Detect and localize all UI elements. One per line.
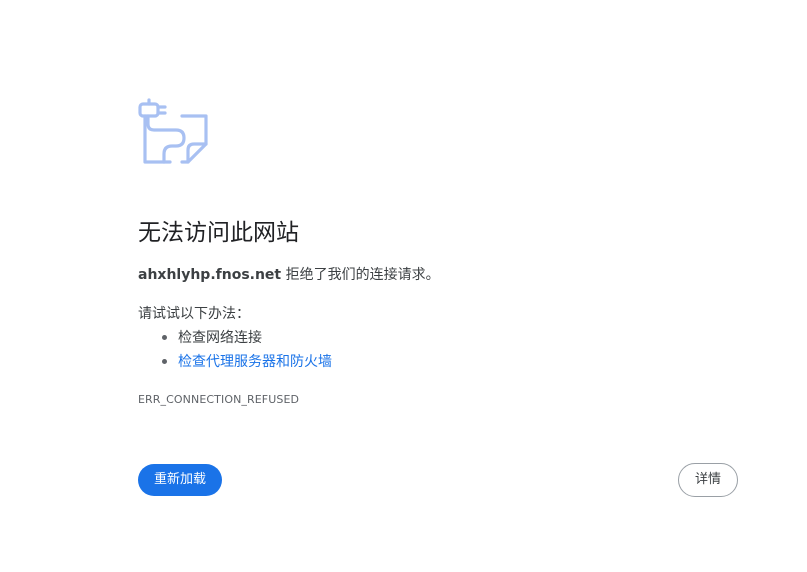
- error-message: 拒绝了我们的连接请求。: [281, 267, 440, 283]
- suggestion-label: 检查网络连接: [178, 330, 262, 346]
- bullet-icon: [162, 359, 167, 364]
- suggestions-list: 检查网络连接 检查代理服务器和防火墙: [138, 326, 332, 374]
- page-title: 无法访问此网站: [138, 220, 299, 246]
- suggestions-heading: 请试试以下办法：: [138, 306, 250, 322]
- error-code: ERR_CONNECTION_REFUSED: [138, 393, 300, 406]
- reload-button[interactable]: 重新加载: [138, 464, 222, 496]
- suggestion-item-check-network: 检查网络连接: [138, 326, 332, 350]
- bullet-icon: [162, 335, 167, 340]
- details-button[interactable]: 详情: [678, 463, 738, 497]
- error-summary: ahxhlyhp.fnos.net 拒绝了我们的连接请求。: [138, 264, 440, 286]
- error-page: 无法访问此网站 ahxhlyhp.fnos.net 拒绝了我们的连接请求。 请试…: [0, 0, 807, 572]
- suggestion-item-check-proxy-firewall: 检查代理服务器和防火墙: [138, 350, 332, 374]
- unplugged-cable-page-icon: [138, 98, 208, 164]
- host-name: ahxhlyhp.fnos.net: [138, 267, 282, 283]
- check-proxy-firewall-link[interactable]: 检查代理服务器和防火墙: [178, 354, 332, 370]
